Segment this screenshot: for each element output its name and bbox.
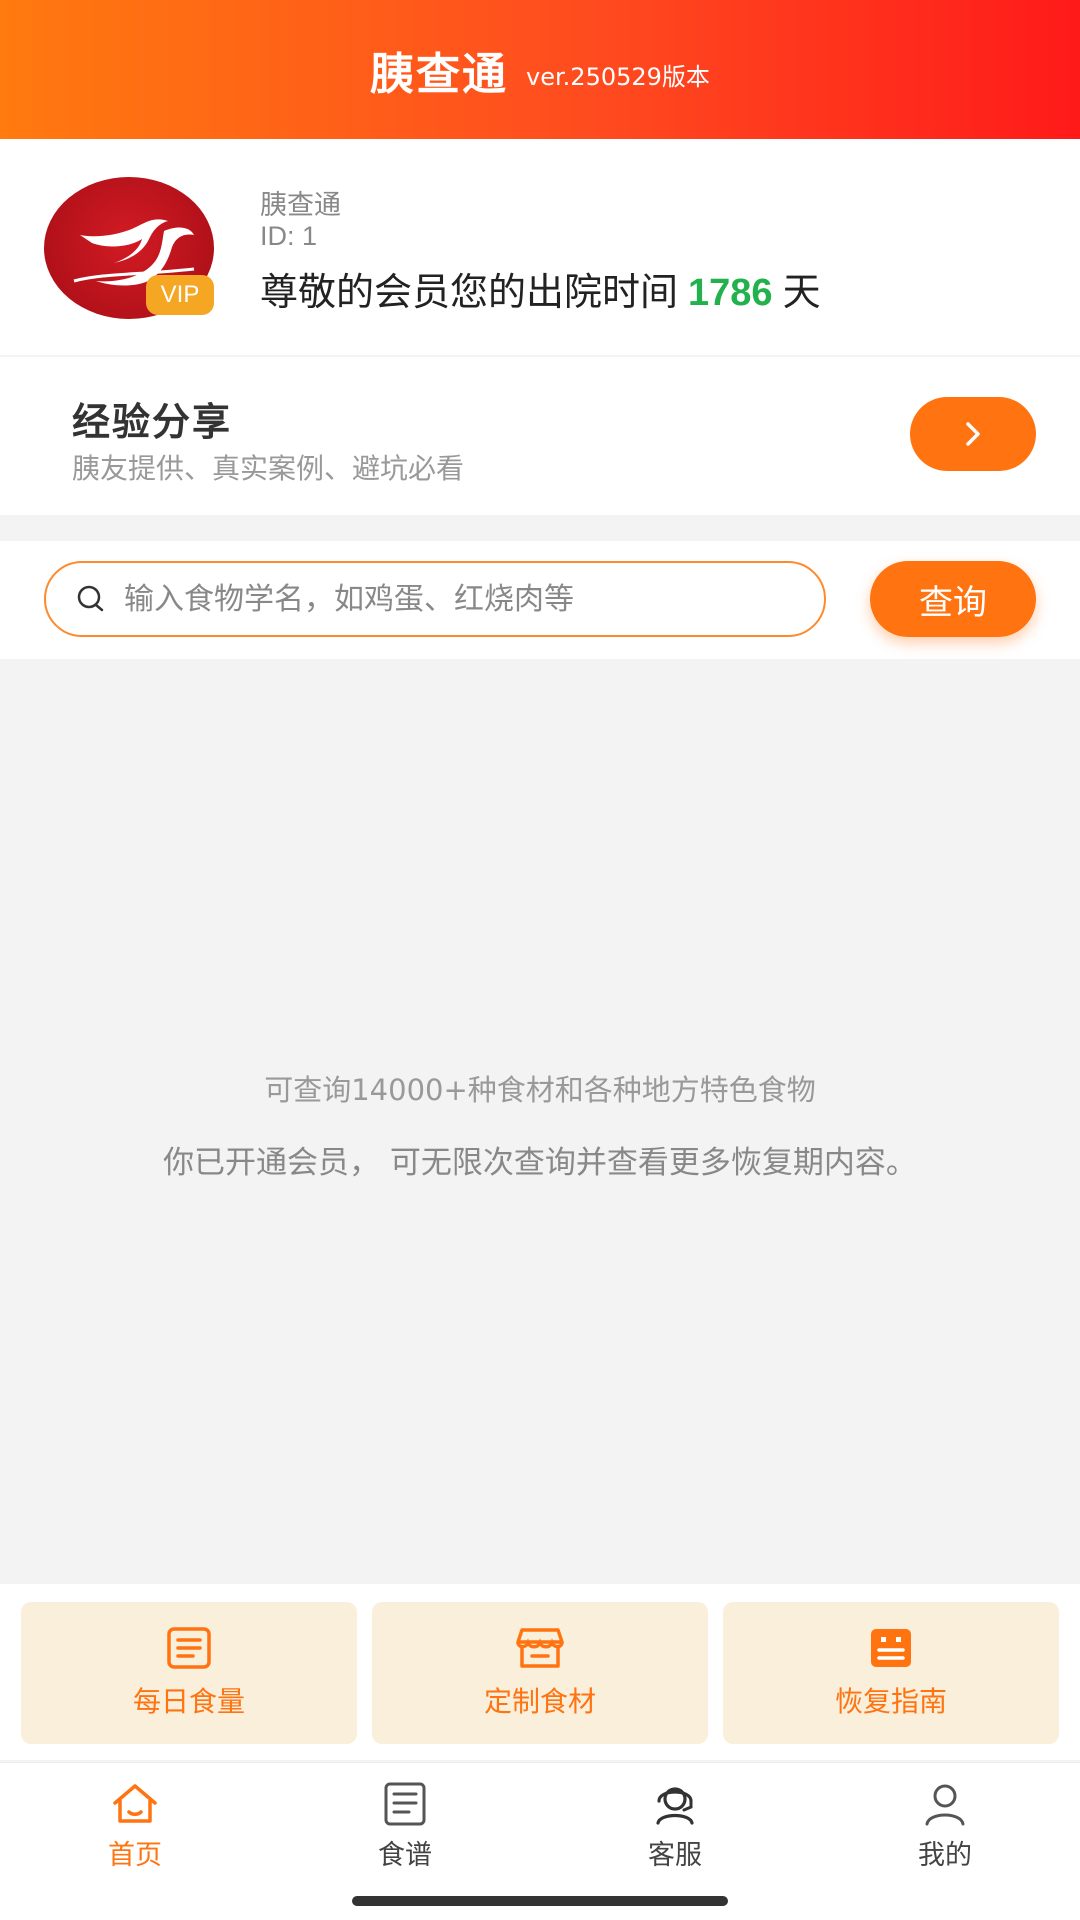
search-icon bbox=[77, 585, 104, 612]
experience-share-card[interactable]: 经验分享 胰友提供、真实案例、避坑必看 bbox=[0, 357, 1080, 515]
quick-action-custom-food[interactable]: 定制食材 bbox=[372, 1602, 708, 1744]
quick-action-label: 定制食材 bbox=[483, 1685, 596, 1718]
nav-label: 食谱 bbox=[378, 1840, 432, 1871]
quick-action-recovery-guide[interactable]: 恢复指南 bbox=[723, 1602, 1059, 1744]
app-header: 胰查通 ver.250529版本 bbox=[0, 0, 1080, 139]
experience-subtitle: 胰友提供、真实案例、避坑必看 bbox=[72, 452, 465, 485]
profile-name: 胰查通 bbox=[260, 190, 341, 221]
home-icon bbox=[113, 1784, 157, 1823]
vip-badge: VIP bbox=[146, 275, 214, 315]
nav-item-profile[interactable]: 我的 bbox=[865, 1779, 1025, 1879]
experience-title: 经验分享 bbox=[72, 400, 233, 444]
search-button[interactable]: 查询 bbox=[870, 561, 1036, 637]
home-indicator[interactable] bbox=[352, 1896, 728, 1906]
app-screen: 胰查通 ver.250529版本 VIP 胰查通 ID: 1 尊敬的会员您的出院… bbox=[0, 0, 1080, 1920]
app-version: ver.250529版本 bbox=[526, 63, 710, 91]
nav-item-home[interactable]: 首页 bbox=[55, 1779, 215, 1879]
store-icon bbox=[516, 1628, 564, 1668]
search-box[interactable] bbox=[44, 561, 826, 637]
customer-service-icon bbox=[656, 1787, 694, 1825]
quick-action-daily-intake[interactable]: 每日食量 bbox=[21, 1602, 357, 1744]
discharge-message-suffix: 天 bbox=[782, 270, 821, 314]
guide-book-icon bbox=[871, 1629, 911, 1667]
user-icon bbox=[925, 1784, 965, 1826]
quick-actions: 每日食量 定制食材 恢复指南 bbox=[0, 1584, 1080, 1760]
chevron-right-icon bbox=[966, 422, 980, 446]
results-area: 可查询14000+种食材和各种地方特色食物 你已开通会员， 可无限次查询并查看更… bbox=[0, 659, 1080, 1584]
profile-id: ID: 1 bbox=[260, 221, 318, 251]
experience-open-button[interactable] bbox=[910, 397, 1036, 471]
food-count-info: 可查询14000+种食材和各种地方特色食物 bbox=[264, 1073, 816, 1107]
quick-action-label: 恢复指南 bbox=[834, 1685, 947, 1718]
nav-label: 我的 bbox=[918, 1840, 972, 1871]
member-status-info: 你已开通会员， 可无限次查询并查看更多恢复期内容。 bbox=[163, 1145, 917, 1181]
app-title: 胰查通 bbox=[370, 48, 509, 100]
clipboard-list-icon bbox=[167, 1627, 211, 1669]
nav-item-customer-service[interactable]: 客服 bbox=[595, 1779, 755, 1879]
discharge-message: 尊敬的会员您的出院时间 1786 天 bbox=[260, 261, 821, 316]
search-section: 查询 bbox=[0, 541, 1080, 659]
profile-card: VIP 胰查通 ID: 1 尊敬的会员您的出院时间 1786 天 bbox=[0, 139, 1080, 355]
discharge-days-count: 1786 bbox=[688, 272, 773, 314]
quick-action-label: 每日食量 bbox=[132, 1685, 245, 1718]
nav-item-recipes[interactable]: 食谱 bbox=[325, 1779, 485, 1879]
food-search-input[interactable] bbox=[124, 581, 774, 617]
nav-label: 首页 bbox=[108, 1840, 162, 1871]
recipe-icon bbox=[384, 1782, 426, 1826]
discharge-message-prefix: 尊敬的会员您的出院时间 bbox=[260, 270, 679, 314]
nav-label: 客服 bbox=[648, 1840, 702, 1871]
